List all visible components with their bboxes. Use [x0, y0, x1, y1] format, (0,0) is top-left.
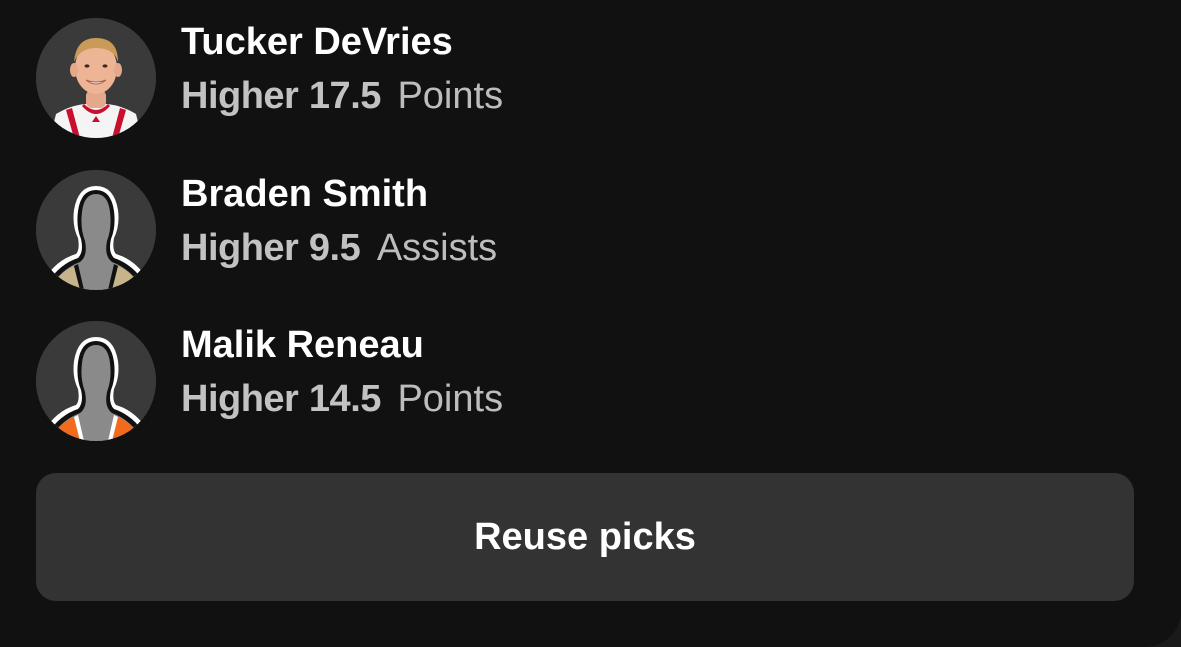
pick-line: Higher 17.5 Points: [181, 74, 503, 118]
pick-direction: Higher: [181, 378, 299, 420]
pick-direction: Higher: [181, 227, 299, 269]
pick-line-value: 14.5: [308, 378, 381, 420]
pick-row[interactable]: Tucker DeVries Higher 17.5 Points: [36, 18, 1136, 138]
picks-card: Tucker DeVries Higher 17.5 Points Braden…: [0, 0, 1181, 647]
pick-stat: Points: [397, 378, 504, 420]
player-name: Braden Smith: [181, 173, 429, 215]
pick-line: Higher 9.5 Assists: [181, 226, 497, 270]
player-name: Malik Reneau: [181, 324, 424, 366]
player-silhouette-icon: [36, 170, 156, 290]
player-silhouette-icon: [36, 321, 156, 441]
pick-row[interactable]: Braden Smith Higher 9.5 Assists: [36, 170, 1136, 290]
pick-direction: Higher: [181, 75, 299, 117]
pick-stat: Points: [397, 75, 504, 117]
player-name: Tucker DeVries: [181, 21, 453, 63]
pick-line: Higher 14.5 Points: [181, 377, 503, 421]
pick-stat: Assists: [376, 227, 498, 269]
pick-row[interactable]: Malik Reneau Higher 14.5 Points: [36, 321, 1136, 441]
reuse-picks-button[interactable]: Reuse picks: [36, 473, 1134, 601]
player-photo-icon: [36, 18, 156, 138]
pick-line-value: 9.5: [308, 227, 361, 269]
pick-line-value: 17.5: [308, 75, 381, 117]
